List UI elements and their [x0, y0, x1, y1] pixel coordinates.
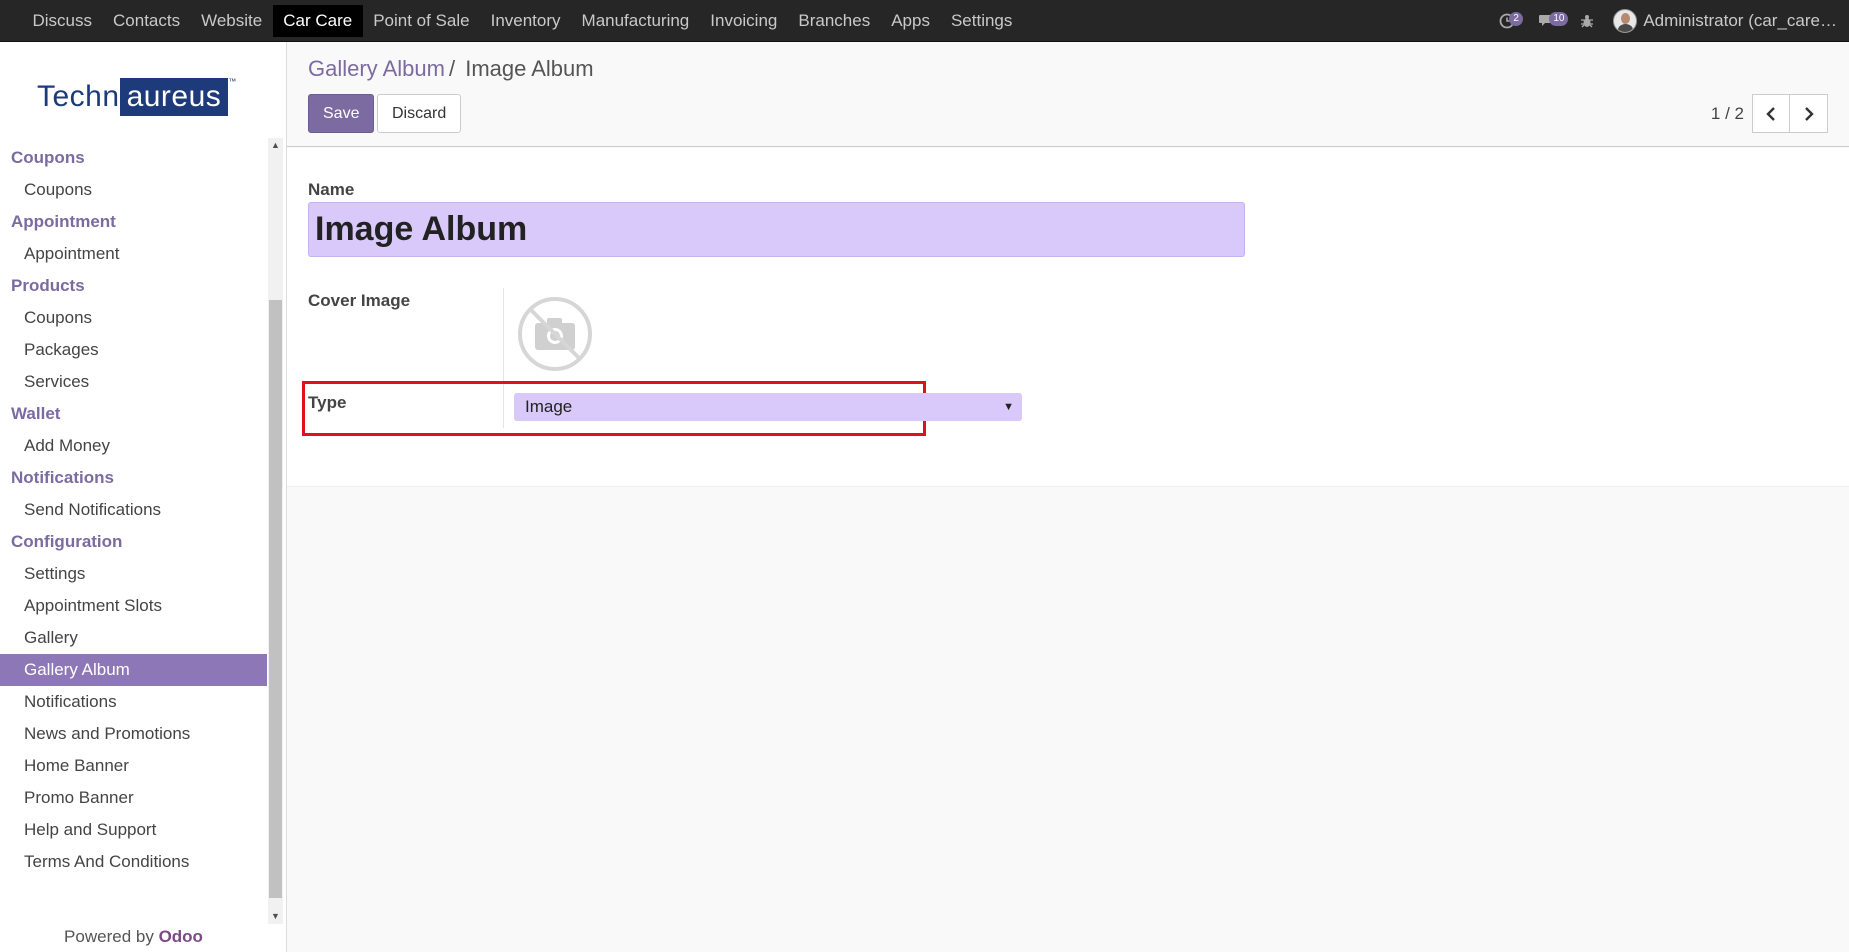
chevron-left-icon	[1766, 106, 1775, 121]
name-field[interactable]: Image Album	[308, 202, 1245, 257]
cover-image-field[interactable]	[517, 296, 593, 372]
sidebar-item-terms-and-conditions[interactable]: Terms And Conditions	[0, 846, 267, 878]
activity-button[interactable]: 2	[1487, 0, 1527, 42]
sidebar-item-settings[interactable]: Settings	[0, 558, 267, 590]
pager-next-button[interactable]	[1790, 94, 1828, 133]
sidebar-section-products: Products	[11, 276, 85, 295]
sidebar-item-gallery-album[interactable]: Gallery Album	[0, 654, 267, 686]
cover-image-label: Cover Image	[308, 291, 411, 310]
form-sheet: Name Image Album Cover Image Type Image …	[287, 148, 1849, 487]
message-count-badge: 10	[1549, 12, 1569, 26]
save-button[interactable]: Save	[308, 94, 375, 133]
app-menu-item-contacts[interactable]: Contacts	[103, 5, 191, 37]
activity-count-badge: 2	[1509, 12, 1523, 26]
breadcrumb: Gallery Album / Image Album	[308, 56, 594, 82]
app-menu-item-point-of-sale[interactable]: Point of Sale	[363, 5, 480, 37]
sidebar-item-add-money[interactable]: Add Money	[0, 430, 267, 462]
control-panel: Gallery Album / Image Album Save Discard …	[287, 42, 1849, 147]
sidebar-menu: Coupons Coupons Appointment Appointment Prod…	[0, 142, 267, 878]
type-label: Type	[308, 393, 347, 412]
powered-by-brand-link[interactable]: Odoo	[159, 927, 203, 946]
sidebar-item-promo-banner[interactable]: Promo Banner	[0, 782, 267, 814]
no-image-camera-icon	[518, 297, 592, 371]
sidebar-section-notifications: Notifications	[11, 468, 114, 487]
sidebar-item-gallery[interactable]: Gallery	[0, 622, 267, 654]
logo-text-part1: Techn	[37, 80, 120, 113]
user-menu[interactable]: Administrator (car_care…	[1607, 0, 1849, 42]
systray: 2 10 Administrator (car_care…	[1487, 0, 1849, 42]
sidebar: Techn aureus ™ Coupons Coupons Appointment…	[0, 42, 287, 952]
company-logo[interactable]: Techn aureus ™	[37, 77, 236, 117]
app-menu-item-settings[interactable]: Settings	[940, 5, 1022, 37]
sidebar-item-send-notifications[interactable]: Send Notifications	[0, 494, 267, 526]
pager: 1 / 2	[1711, 94, 1828, 133]
sidebar-section-appointment: Appointment	[11, 212, 116, 231]
type-select-value: Image	[525, 397, 573, 416]
logo-text-part2: aureus	[119, 78, 229, 116]
debug-button[interactable]	[1567, 0, 1607, 42]
powered-by-prefix: Powered by	[64, 927, 154, 946]
app-menu-item-discuss[interactable]: Discuss	[22, 5, 103, 37]
app-menu-item-manufacturing[interactable]: Manufacturing	[571, 5, 700, 37]
sidebar-item-news-and-promotions[interactable]: News and Promotions	[0, 718, 267, 750]
sidebar-item-services[interactable]: Services	[0, 366, 267, 398]
user-name: Administrator (car_care…	[1643, 11, 1837, 30]
sidebar-scrollbar[interactable]: ▲ ▼	[268, 138, 283, 924]
sidebar-item-appointment-slots[interactable]: Appointment Slots	[0, 590, 267, 622]
app-menu-item-inventory[interactable]: Inventory	[480, 5, 571, 37]
discard-button[interactable]: Discard	[377, 94, 462, 133]
breadcrumb-parent-link[interactable]: Gallery Album	[308, 56, 445, 81]
type-select[interactable]: Image ▼	[514, 393, 1022, 421]
app-menu-item-car-care[interactable]: Car Care	[272, 4, 363, 37]
pager-previous-button[interactable]	[1752, 94, 1790, 133]
app-menu-item-invoicing[interactable]: Invoicing	[700, 5, 788, 37]
app-menu: Discuss Contacts Website Car Care Point of S…	[0, 0, 1023, 42]
breadcrumb-separator: /	[448, 56, 456, 81]
scrollbar-thumb[interactable]	[269, 300, 282, 898]
sidebar-item-appointment[interactable]: Appointment	[0, 238, 267, 270]
sidebar-section-configuration: Configuration	[11, 532, 123, 551]
bug-icon	[1581, 15, 1594, 28]
app-menu-item-website[interactable]: Website	[191, 5, 273, 37]
pager-value[interactable]: 1 / 2	[1711, 104, 1744, 124]
app-menu-item-apps[interactable]: Apps	[881, 5, 941, 37]
avatar	[1613, 9, 1638, 33]
sidebar-item-coupons[interactable]: Coupons	[0, 302, 267, 334]
sidebar-item-home-banner[interactable]: Home Banner	[0, 750, 267, 782]
sidebar-item-coupons[interactable]: Coupons	[0, 174, 267, 206]
chevron-right-icon	[1804, 106, 1814, 121]
caret-down-icon: ▼	[1003, 401, 1014, 413]
breadcrumb-current: Image Album	[465, 56, 594, 81]
top-navbar: Discuss Contacts Website Car Care Point of S…	[0, 0, 1849, 42]
scroll-down-arrow-icon[interactable]: ▼	[268, 909, 283, 924]
app-menu-item-branches[interactable]: Branches	[788, 5, 881, 37]
sidebar-item-help-and-support[interactable]: Help and Support	[0, 814, 267, 846]
sidebar-section-coupons: Coupons	[11, 148, 85, 167]
powered-by: Powered by Odoo	[0, 922, 267, 952]
name-label: Name	[308, 180, 355, 199]
sidebar-item-notifications[interactable]: Notifications	[0, 686, 267, 718]
messages-button[interactable]: 10	[1527, 0, 1569, 42]
sidebar-section-wallet: Wallet	[11, 404, 61, 423]
scroll-up-arrow-icon[interactable]: ▲	[268, 138, 283, 153]
logo-trademark: ™	[228, 77, 237, 86]
sidebar-item-packages[interactable]: Packages	[0, 334, 267, 366]
